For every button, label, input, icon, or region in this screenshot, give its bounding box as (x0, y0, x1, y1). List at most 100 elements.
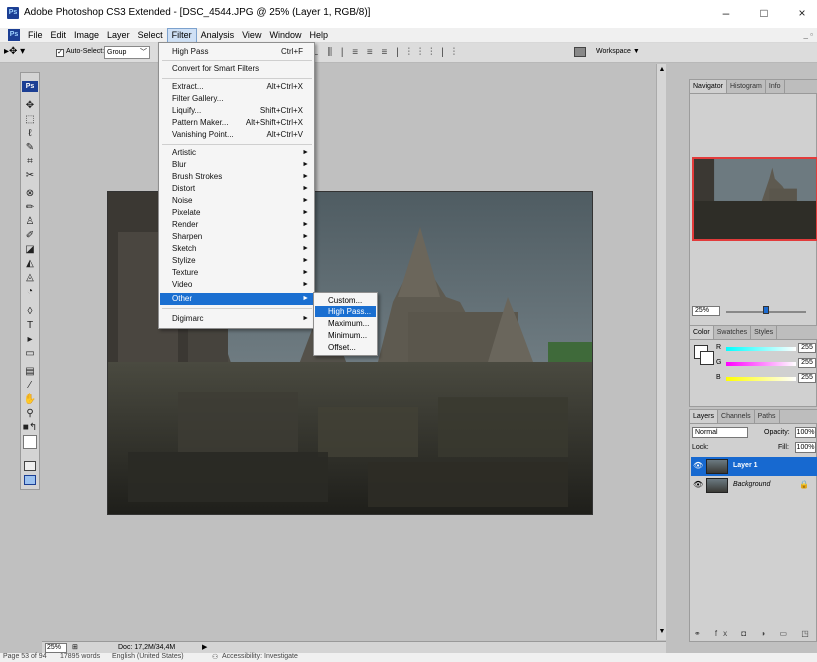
menu-layer[interactable]: Layer (103, 28, 134, 43)
filter-menu-item-pattern-maker[interactable]: Pattern Maker... Alt+Shift+Ctrl+X (160, 117, 313, 129)
filter-menu-item-stylize[interactable]: Stylize ► (160, 255, 313, 267)
minimize-button[interactable]: – (711, 4, 741, 22)
blur-tool-icon[interactable]: ◬ (21, 271, 39, 285)
dodge-tool-icon[interactable]: ◔ (21, 285, 39, 299)
filter-menu-item-artistic[interactable]: Artistic ► (160, 147, 313, 159)
blue-slider[interactable] (726, 377, 796, 381)
menu-select[interactable]: Select (134, 28, 167, 43)
filter-menu-item-other[interactable]: Other ► (160, 293, 313, 305)
workspace-menu[interactable]: Workspace ▼ (596, 48, 640, 55)
menu-image[interactable]: Image (70, 28, 103, 43)
tab-color[interactable]: Color (690, 326, 714, 339)
fill-field[interactable]: 100% (795, 442, 816, 453)
filter-menu-item-pixelate[interactable]: Pixelate ► (160, 207, 313, 219)
tab-channels[interactable]: Channels (718, 410, 755, 423)
status-info-icon[interactable]: ⊞ (72, 643, 78, 651)
opacity-field[interactable]: 100% (795, 427, 816, 438)
layers-footer-icons[interactable]: ⚭ fx ◘ ◑ ▭ ◳ ⌫ (694, 629, 817, 638)
menu-edit[interactable]: Edit (47, 28, 71, 43)
navigator-zoom-handle[interactable] (763, 306, 769, 314)
crop-tool-icon[interactable]: ⌗ (21, 155, 39, 169)
red-value-field[interactable]: 255 (798, 343, 816, 353)
quick-mask-icon[interactable] (24, 461, 36, 471)
vertical-scrollbar[interactable]: ▲ ▼ (656, 64, 666, 640)
filter-menu-item-texture[interactable]: Texture ► (160, 267, 313, 279)
submenu-item-minimum[interactable]: Minimum... (315, 330, 376, 341)
filter-menu-item-digimarc[interactable]: Digimarc ► (160, 313, 313, 325)
foreground-color-swatch[interactable] (23, 435, 37, 449)
filter-menu-item-liquify[interactable]: Liquify... Shift+Ctrl+X (160, 105, 313, 117)
green-value-field[interactable]: 255 (798, 358, 816, 368)
document-window-controls-icon[interactable]: _ ▫ (803, 30, 813, 39)
word-language[interactable]: English (United States) (112, 653, 184, 660)
visibility-eye-icon[interactable]: 👁 (693, 480, 703, 489)
submenu-item-maximum[interactable]: Maximum... (315, 318, 376, 329)
marquee-tool-icon[interactable]: ⬚ (21, 113, 39, 127)
scroll-up-icon[interactable]: ▲ (657, 66, 667, 73)
status-menu-arrow-icon[interactable]: ▶ (202, 643, 207, 651)
menu-analysis[interactable]: Analysis (197, 28, 239, 43)
eraser-tool-icon[interactable]: ◪ (21, 243, 39, 257)
menu-file[interactable]: File (24, 28, 47, 43)
path-selection-tool-icon[interactable]: ◊ (21, 305, 39, 319)
green-slider[interactable] (726, 362, 796, 366)
filter-menu-item-brush-strokes[interactable]: Brush Strokes ► (160, 171, 313, 183)
filter-menu-item-filter-gallery[interactable]: Filter Gallery... (160, 93, 313, 105)
tab-paths[interactable]: Paths (755, 410, 780, 423)
submenu-item-high-pass[interactable]: High Pass... (315, 306, 376, 317)
filter-menu-item-sharpen[interactable]: Sharpen ► (160, 231, 313, 243)
word-word-count[interactable]: 17895 words (60, 653, 100, 660)
photoshop-doc-icon[interactable]: Ps (8, 29, 20, 41)
filter-menu-item-sketch[interactable]: Sketch ► (160, 243, 313, 255)
tab-layers[interactable]: Layers (690, 410, 719, 423)
rectangle-tool-icon[interactable]: ▭ (21, 347, 39, 361)
auto-select-checkbox[interactable]: ✓ (56, 49, 64, 57)
palette-well-icon[interactable] (574, 47, 586, 57)
tab-swatches[interactable]: Swatches (714, 326, 752, 339)
filter-menu-item-noise[interactable]: Noise ► (160, 195, 313, 207)
red-slider[interactable] (726, 347, 796, 351)
visibility-eye-icon[interactable]: 👁 (693, 461, 703, 470)
healing-brush-tool-icon[interactable]: ⊗ (21, 187, 39, 201)
menu-filter[interactable]: Filter (166, 28, 197, 43)
lasso-tool-icon[interactable]: ℓ (21, 127, 39, 141)
history-brush-tool-icon[interactable]: ✐ (21, 229, 39, 243)
tab-navigator[interactable]: Navigator (690, 80, 727, 93)
paint-bucket-tool-icon[interactable]: ◭ (21, 257, 39, 271)
close-button[interactable]: × (787, 4, 817, 22)
filter-menu-item-convert-smart[interactable]: Convert for Smart Filters (160, 63, 313, 75)
filter-menu-item-last-filter[interactable]: High Pass Ctrl+F (160, 46, 313, 58)
scroll-down-icon[interactable]: ▼ (657, 628, 667, 635)
blue-value-field[interactable]: 255 (798, 373, 816, 383)
filter-menu-item-distort[interactable]: Distort ► (160, 183, 313, 195)
swap-colors-icon[interactable]: ■↰ (21, 421, 39, 435)
tab-histogram[interactable]: Histogram (727, 80, 766, 93)
navigator-thumbnail[interactable] (692, 157, 817, 241)
hand-tool-icon[interactable]: ✋ (21, 393, 39, 407)
filter-menu-item-video[interactable]: Video ► (160, 279, 313, 291)
filter-menu-item-extract[interactable]: Extract... Alt+Ctrl+X (160, 81, 313, 93)
zoom-tool-icon[interactable]: ⚲ (21, 407, 39, 421)
background-color-chip[interactable] (700, 351, 714, 365)
tab-info[interactable]: Info (766, 80, 785, 93)
brush-tool-icon[interactable]: ✏ (21, 201, 39, 215)
filter-menu-item-blur[interactable]: Blur ► (160, 159, 313, 171)
menu-view[interactable]: View (238, 28, 265, 43)
blend-mode-dropdown[interactable]: Normal (692, 427, 748, 438)
type-tool-icon[interactable]: T (21, 319, 39, 333)
navigator-zoom-field[interactable]: 25% (692, 306, 720, 316)
submenu-item-offset[interactable]: Offset... (315, 342, 376, 353)
word-page-count[interactable]: Page 53 of 94 (3, 653, 47, 660)
maximize-button[interactable]: □ (749, 4, 779, 22)
menu-window[interactable]: Window (265, 28, 305, 43)
screen-mode-icon[interactable] (24, 475, 36, 485)
align-distribute-icons[interactable]: ⊥ ⫼ | ≡ ≡ ≡ | ⫶ ⫶ ⫶ | ⫶ (310, 47, 458, 58)
clone-stamp-tool-icon[interactable]: ♙ (21, 215, 39, 229)
move-tool-preset-icon[interactable]: ▸✥ ▾ (4, 46, 25, 57)
notes-tool-icon[interactable]: ▤ (21, 365, 39, 379)
layer-row-background[interactable]: 👁 Background 🔒 (691, 476, 817, 495)
menu-help[interactable]: Help (305, 28, 332, 43)
auto-select-dropdown[interactable]: Group ﹀ (104, 46, 150, 59)
submenu-item-custom[interactable]: Custom... (315, 295, 376, 306)
direct-selection-tool-icon[interactable]: ▸ (21, 333, 39, 347)
